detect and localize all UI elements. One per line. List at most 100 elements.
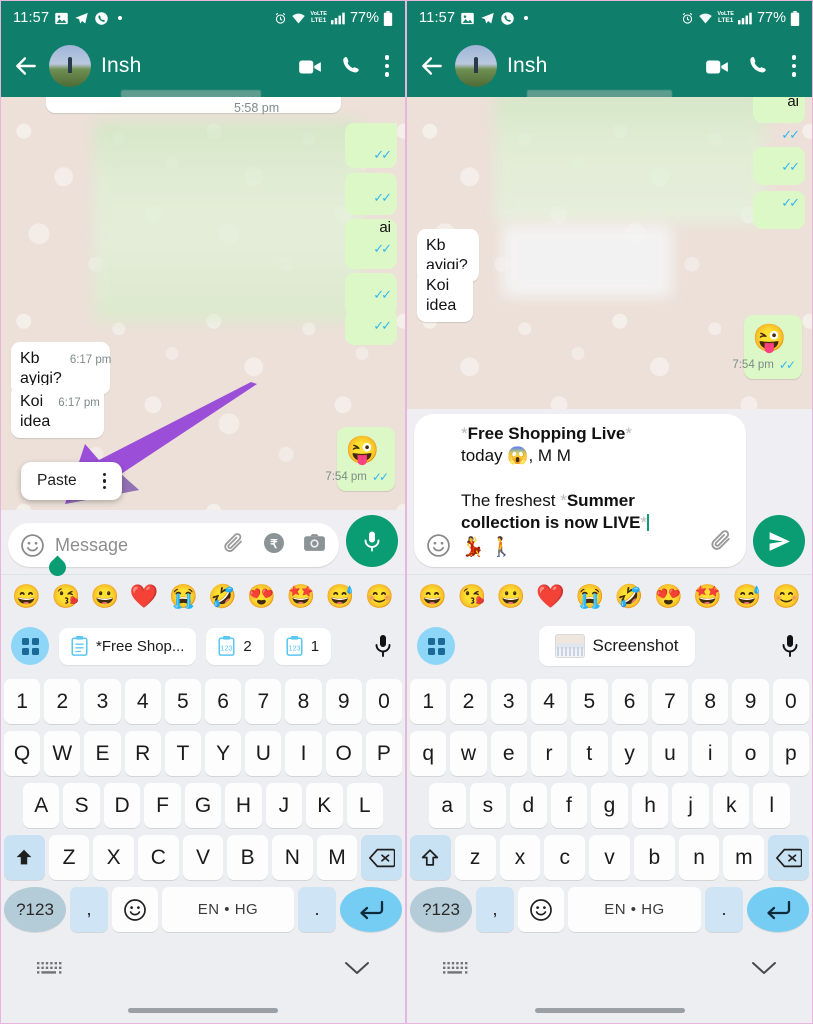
enter-icon[interactable] [340, 887, 402, 932]
send-button[interactable] [753, 515, 805, 567]
outgoing-bubble[interactable]: 😜 7:54 pm ✓✓ [325, 427, 395, 491]
key[interactable]: 9 [325, 679, 362, 724]
message-row[interactable]: 😜 7:54 pm ✓✓ [723, 315, 802, 379]
video-call-icon[interactable] [704, 54, 728, 78]
rupee-payment-icon[interactable]: ₹ [262, 531, 286, 560]
key[interactable]: 8 [692, 679, 729, 724]
shift-icon[interactable] [3, 835, 45, 880]
emoji-icon[interactable] [518, 887, 564, 932]
period-key[interactable]: . [298, 887, 336, 932]
key[interactable]: G [184, 783, 222, 828]
back-icon[interactable] [419, 53, 445, 79]
key[interactable]: b [633, 835, 675, 880]
clipboard-number-chip-2[interactable]: 123 2 [206, 627, 264, 665]
emoji-item[interactable]: 😍 [247, 583, 276, 610]
key[interactable]: l [753, 783, 791, 828]
key[interactable]: 0 [772, 679, 809, 724]
key[interactable]: 3 [84, 679, 121, 724]
key[interactable]: Q [3, 731, 41, 776]
clipboard-number-chip-1[interactable]: 123 1 [273, 627, 332, 665]
key[interactable]: 4 [530, 679, 568, 724]
key[interactable]: 6 [611, 679, 648, 724]
more-options-icon[interactable] [381, 55, 393, 77]
key[interactable]: m [723, 835, 765, 880]
key[interactable]: D [103, 783, 141, 828]
key[interactable]: c [544, 835, 586, 880]
key[interactable]: U [245, 731, 282, 776]
key[interactable]: Y [205, 731, 242, 776]
emoji-item[interactable]: 😀 [91, 583, 120, 610]
key[interactable]: x [499, 835, 541, 880]
key[interactable]: w [450, 731, 487, 776]
key[interactable]: A [23, 783, 60, 828]
key[interactable]: V [182, 835, 224, 880]
key[interactable]: I [285, 731, 322, 776]
key[interactable]: v [589, 835, 630, 880]
more-options-icon[interactable] [788, 55, 800, 77]
key[interactable]: 2 [450, 679, 487, 724]
emoji-item[interactable]: 🤣 [208, 583, 237, 610]
voice-call-icon[interactable] [746, 54, 770, 78]
key[interactable]: k [712, 783, 750, 828]
key[interactable]: o [732, 731, 769, 776]
emoji-icon[interactable] [112, 887, 158, 932]
emoji-item[interactable]: 😀 [497, 583, 526, 610]
emoji-item[interactable]: 🤣 [615, 583, 644, 610]
screenshot-chip[interactable]: Screenshot [538, 626, 695, 666]
chat-messages-area[interactable]: ai ✓✓ ✓✓ ✓✓ Kb ayigi? Koi idea 😜 7:54 pm… [407, 97, 812, 409]
key[interactable]: J [265, 783, 303, 828]
key[interactable]: O [325, 731, 362, 776]
key[interactable]: 2 [44, 679, 81, 724]
emoji-item[interactable]: ❤️ [130, 583, 159, 610]
key[interactable]: S [63, 783, 100, 828]
emoji-item[interactable]: 😄 [418, 583, 447, 610]
shift-icon[interactable] [409, 835, 451, 880]
contact-name[interactable]: Insh [507, 54, 548, 78]
emoji-icon[interactable] [426, 533, 451, 558]
key[interactable]: 5 [164, 679, 201, 724]
keyboard-apps-grid-icon[interactable] [11, 627, 49, 665]
key[interactable]: 5 [571, 679, 608, 724]
key[interactable]: E [84, 731, 121, 776]
home-gesture-pill[interactable] [534, 1007, 685, 1013]
paste-more-icon[interactable] [102, 472, 107, 490]
key[interactable]: L [346, 783, 383, 828]
emoji-item[interactable]: 😅 [733, 583, 762, 610]
key[interactable]: q [410, 731, 447, 776]
key[interactable]: 1 [410, 679, 447, 724]
video-call-icon[interactable] [297, 54, 321, 78]
emoji-item[interactable]: 😅 [326, 583, 355, 610]
attach-icon[interactable] [222, 531, 246, 560]
key[interactable]: N [272, 835, 313, 880]
emoji-suggestion-strip[interactable]: 😄 😘 😀 ❤️ 😭 🤣 😍 🤩 😅 😊 [1, 574, 405, 618]
incoming-bubble[interactable]: Koi idea 6:17 pm [11, 385, 104, 438]
voice-call-icon[interactable] [339, 54, 363, 78]
chat-messages-area[interactable]: 5:58 pm ✓✓ ✓✓ ai ✓✓ ✓✓ ✓✓ Kb ayigi? 6:17… [1, 97, 405, 510]
key[interactable]: 3 [490, 679, 527, 724]
key[interactable]: P [365, 731, 403, 776]
space-key[interactable]: EN • HG [162, 887, 294, 932]
avatar[interactable] [49, 45, 91, 87]
hide-keyboard-icon[interactable] [344, 961, 370, 975]
key[interactable]: R [124, 731, 161, 776]
comma-key[interactable]: , [70, 887, 108, 932]
emoji-item[interactable]: 😭 [576, 583, 605, 610]
key[interactable]: 4 [124, 679, 161, 724]
key[interactable]: K [306, 783, 343, 828]
message-input[interactable]: *Free Shopping Live* today 😱, M M The fr… [461, 423, 699, 560]
attach-icon[interactable] [709, 528, 734, 558]
paste-popup[interactable]: Paste [21, 462, 123, 500]
symbols-key[interactable]: ?123 [410, 887, 472, 932]
key[interactable]: e [490, 731, 527, 776]
period-key[interactable]: . [705, 887, 743, 932]
paste-button[interactable]: Paste [37, 472, 77, 490]
emoji-item[interactable]: 😊 [772, 583, 801, 610]
keyboard-switch-icon[interactable] [36, 960, 62, 977]
emoji-icon[interactable] [20, 533, 45, 558]
emoji-item[interactable]: 🤩 [287, 583, 316, 610]
incoming-bubble[interactable]: Koi idea [417, 269, 474, 322]
key[interactable]: h [631, 783, 669, 828]
virtual-keyboard[interactable]: 1 2 3 4 5 6 7 8 9 0 q w e r t y u i o p … [407, 674, 812, 1023]
key[interactable]: d [510, 783, 547, 828]
message-row[interactable]: Koi idea 6:17 pm [11, 385, 136, 438]
